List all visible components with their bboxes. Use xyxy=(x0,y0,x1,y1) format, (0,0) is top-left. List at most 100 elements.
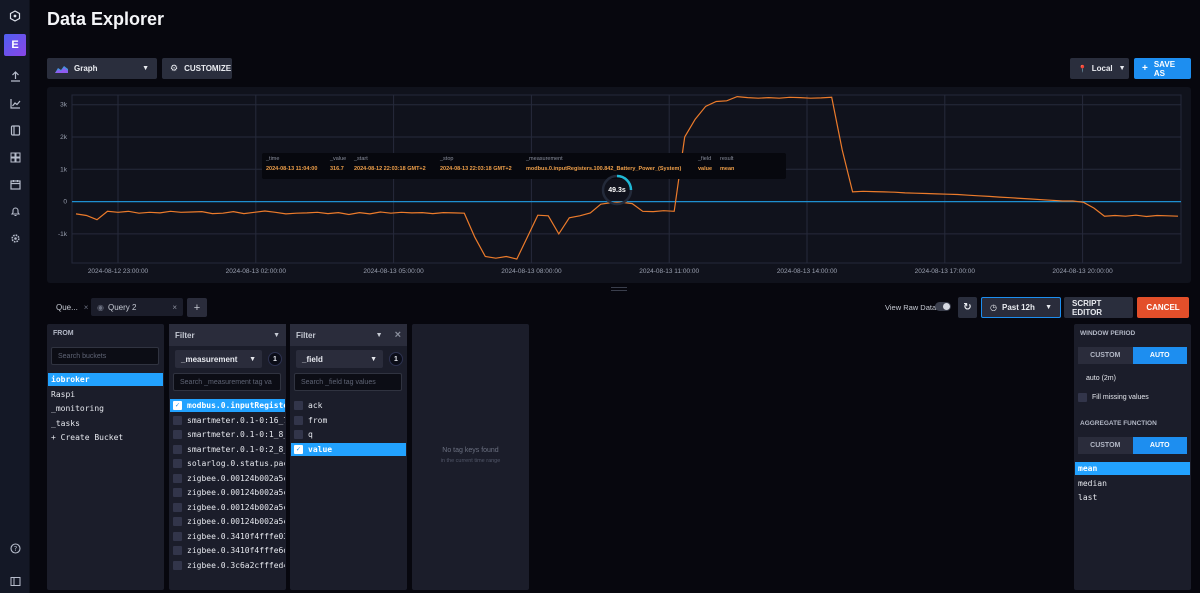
measurement-item[interactable]: zigbee.0.00124b002a5c… xyxy=(170,515,285,528)
aggregate-function-item[interactable]: last xyxy=(1075,491,1190,504)
filter-header[interactable]: Filter ▼ xyxy=(169,324,286,346)
filter-panel-measurement: Filter ▼ _measurement ▼ 1 Search _measur… xyxy=(169,324,286,590)
field-item[interactable]: q xyxy=(291,428,406,441)
y-tick-label: 2k xyxy=(60,134,68,141)
measurement-key-select[interactable]: _measurement ▼ xyxy=(175,350,262,368)
tooltip-value: mean xyxy=(720,166,735,172)
calendar-icon[interactable] xyxy=(5,174,25,194)
bell-icon[interactable] xyxy=(5,201,25,221)
measurement-item[interactable]: zigbee.0.00124b002a5c… xyxy=(170,486,285,499)
measurement-item-label: smartmeter.0.1-0:1_8_… xyxy=(187,430,285,439)
measurement-item[interactable]: zigbee.0.3c6a2cfffed4… xyxy=(170,559,285,572)
collapse-nav-icon[interactable] xyxy=(5,571,25,591)
measurement-item[interactable]: solarlog.0.status.pac xyxy=(170,457,285,470)
eye-icon[interactable]: ◉ xyxy=(97,303,104,312)
tooltip-header: _start xyxy=(354,156,368,162)
aggregate-function-item-label: median xyxy=(1078,478,1107,488)
tooltip-value: 316.7 xyxy=(330,166,344,172)
tooltip-header: _value xyxy=(330,156,347,162)
checkbox-icon[interactable] xyxy=(173,546,182,555)
measurement-item-label: zigbee.0.00124b002a5c… xyxy=(187,488,285,497)
customize-button[interactable]: ⚙ CUSTOMIZE xyxy=(162,58,232,79)
resize-handle[interactable] xyxy=(611,287,627,291)
bucket-item[interactable]: _tasks xyxy=(48,417,163,430)
notebook-icon[interactable] xyxy=(5,120,25,140)
save-as-button[interactable]: + SAVE AS xyxy=(1134,58,1191,79)
filter-header[interactable]: Filter ▼ × xyxy=(290,324,407,346)
checkbox-icon[interactable] xyxy=(173,444,182,454)
checkbox-icon[interactable] xyxy=(294,430,303,439)
view-type-dropdown[interactable]: Graph ▼ xyxy=(47,58,157,79)
aggregate-auto-button[interactable]: AUTO xyxy=(1132,437,1187,454)
field-search-input[interactable]: Search _field tag values xyxy=(294,373,402,391)
checkbox-icon[interactable] xyxy=(173,415,182,425)
chevron-down-icon: ▼ xyxy=(1118,65,1126,72)
checkbox-icon[interactable] xyxy=(173,502,182,512)
measurement-item[interactable]: smartmeter.0.1-0:1_8_… xyxy=(170,428,285,441)
x-tick-label: 2024-08-12 23:00:00 xyxy=(88,268,149,275)
data-explorer-nav-button[interactable]: E xyxy=(4,34,26,56)
script-editor-label: SCRIPT EDITOR xyxy=(1072,298,1103,317)
field-item[interactable]: ack xyxy=(291,399,406,412)
measurement-item[interactable]: ✓ modbus.0.inputRegiste… xyxy=(170,399,285,412)
measurement-item[interactable]: zigbee.0.3410f4fffe6d… xyxy=(170,544,285,557)
close-icon[interactable]: × xyxy=(84,303,89,312)
tooltip-header: _field xyxy=(698,156,712,162)
measurement-item-label: modbus.0.inputRegiste… xyxy=(187,401,285,410)
measurement-item[interactable]: smartmeter.0.1-0:2_8_… xyxy=(170,443,285,456)
cancel-button[interactable]: CANCEL xyxy=(1137,297,1189,318)
window-auto-button[interactable]: AUTO xyxy=(1132,347,1187,364)
add-query-button[interactable]: + xyxy=(187,298,207,317)
checkbox-icon[interactable] xyxy=(173,473,182,483)
measurement-item[interactable]: zigbee.0.00124b002a5c… xyxy=(170,501,285,514)
field-item[interactable]: from xyxy=(291,414,406,427)
checkbox-icon[interactable] xyxy=(173,517,182,526)
time-range-dropdown[interactable]: ◷ Past 12h ▼ xyxy=(981,297,1061,318)
window-period-panel: WINDOW PERIOD CUSTOM AUTO auto (2m) Fill… xyxy=(1074,324,1191,590)
checkbox-icon[interactable] xyxy=(173,488,182,497)
close-icon[interactable]: × xyxy=(395,329,401,341)
field-item[interactable]: ✓ value xyxy=(291,442,406,456)
save-as-label: SAVE AS xyxy=(1153,59,1176,78)
view-raw-toggle[interactable] xyxy=(935,302,951,311)
bucket-item[interactable]: + Create Bucket xyxy=(48,431,163,444)
checkbox-icon[interactable] xyxy=(294,401,303,410)
query-tab-2-label: Query 2 xyxy=(107,302,137,312)
chart-tooltip: _time 2024-08-13 11:04:00 _value 316.7 _star… xyxy=(262,153,786,179)
checked-checkbox-icon[interactable]: ✓ xyxy=(173,401,182,410)
dashboards-icon[interactable] xyxy=(5,147,25,167)
measurement-item[interactable]: smartmeter.0.1-0:16_7… xyxy=(170,414,285,427)
aggregate-function-item[interactable]: mean xyxy=(1075,462,1190,475)
close-icon[interactable]: × xyxy=(172,303,177,312)
field-item-label: q xyxy=(308,430,313,439)
checkbox-icon[interactable] xyxy=(173,560,182,570)
query-tab-2[interactable]: ◉ Query 2 × xyxy=(91,298,183,316)
checkbox-icon[interactable] xyxy=(173,531,182,541)
checkbox-icon[interactable] xyxy=(173,459,182,468)
gear-icon[interactable] xyxy=(5,228,25,248)
script-editor-button[interactable]: SCRIPT EDITOR xyxy=(1064,297,1133,318)
fill-missing-checkbox[interactable]: Fill missing values xyxy=(1078,393,1149,402)
bucket-item[interactable]: iobroker xyxy=(48,373,163,386)
aggregate-custom-button[interactable]: CUSTOM xyxy=(1078,437,1133,454)
checkbox-icon[interactable] xyxy=(1078,393,1087,402)
timezone-dropdown[interactable]: 📍 Local ▼ xyxy=(1070,58,1129,79)
checkbox-icon[interactable] xyxy=(173,430,182,439)
aggregate-function-item[interactable]: median xyxy=(1075,477,1190,490)
measurement-search-input[interactable]: Search _measurement tag va xyxy=(173,373,281,391)
chart-icon[interactable] xyxy=(5,93,25,113)
query-tab-1[interactable]: Que... × xyxy=(50,298,90,316)
checked-checkbox-icon[interactable]: ✓ xyxy=(294,444,303,454)
measurement-item[interactable]: zigbee.0.00124b002a5c… xyxy=(170,472,285,485)
bucket-item[interactable]: Raspi xyxy=(48,388,163,401)
window-custom-button[interactable]: CUSTOM xyxy=(1078,347,1133,364)
upload-icon[interactable] xyxy=(5,66,25,86)
search-buckets-input[interactable]: Search buckets xyxy=(51,347,159,365)
influx-logo-icon[interactable] xyxy=(5,6,25,26)
bucket-item[interactable]: _monitoring xyxy=(48,402,163,415)
measurement-item[interactable]: zigbee.0.3410f4fffe03… xyxy=(170,530,285,543)
refresh-button[interactable]: ↻ xyxy=(958,297,977,318)
help-icon[interactable]: ? xyxy=(5,538,25,558)
checkbox-icon[interactable] xyxy=(294,415,303,425)
field-key-select[interactable]: _field ▼ xyxy=(296,350,383,368)
